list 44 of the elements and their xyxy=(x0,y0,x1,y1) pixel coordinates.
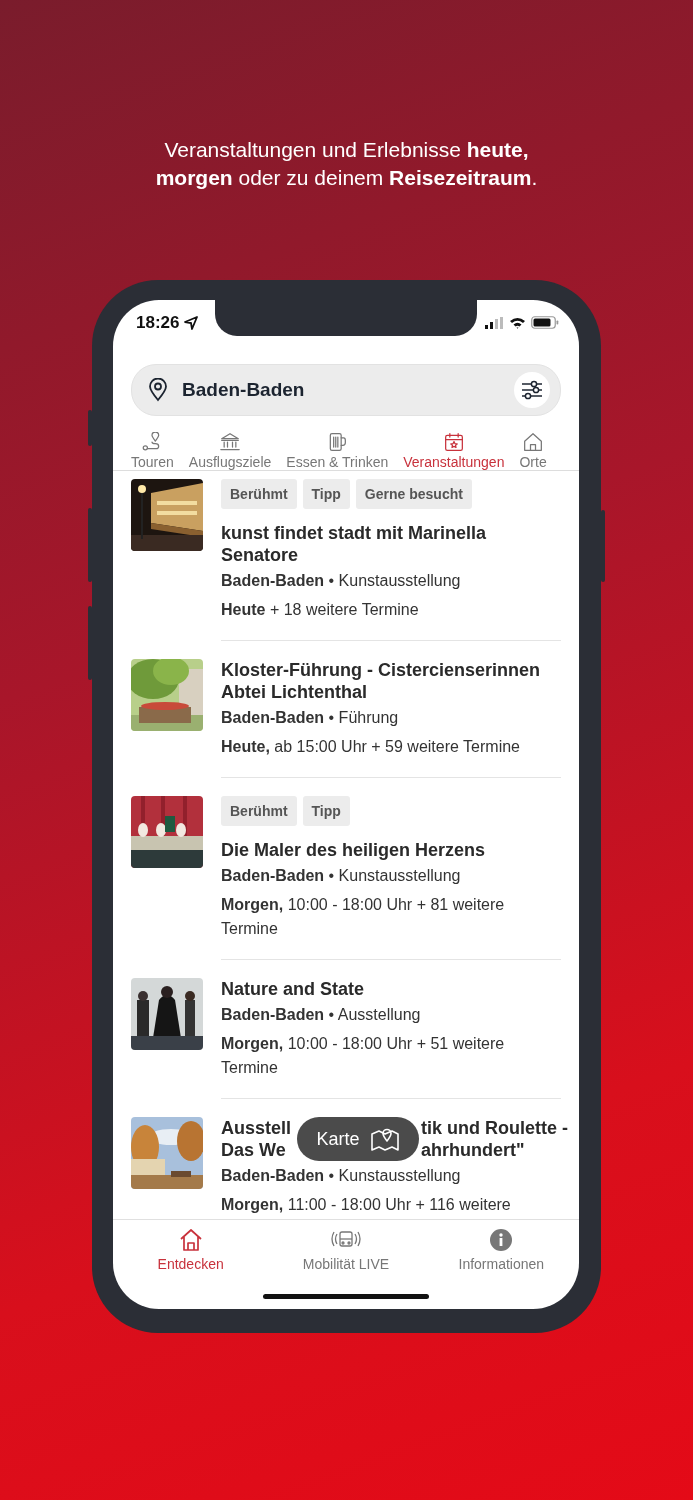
nav-tab[interactable]: Informationen xyxy=(431,1228,572,1309)
event-title-fragment: Ausstell xyxy=(221,1117,292,1139)
tag: Gerne besucht xyxy=(355,479,472,509)
headline: Veranstaltungen und Erlebnisse heute, morgen oder zu deinem Reisezeitraum. xyxy=(154,137,539,191)
event-meta: Baden-Baden • Kunstausstellung xyxy=(221,571,462,591)
location-arrow-icon xyxy=(184,315,199,330)
category-tab[interactable]: Touren xyxy=(131,432,174,470)
tag: Tipp xyxy=(302,479,350,509)
event-title[interactable]: Die Maler des heiligen Herzens xyxy=(221,839,561,861)
map-pin-icon xyxy=(369,1126,400,1152)
status-time: 18:26 xyxy=(136,312,180,333)
event-dates: Morgen, 10:00 - 18:00 Uhr + 81 weitere Termine xyxy=(221,895,506,939)
tag: Berühmt xyxy=(221,479,297,509)
filter-button[interactable] xyxy=(514,372,550,408)
event-meta: Baden-Baden • Kunstausstellung xyxy=(221,866,462,886)
map-button[interactable]: Karte xyxy=(297,1117,419,1161)
tag: Berühmt xyxy=(221,796,297,826)
nav-tab[interactable]: Mobilität LIVE xyxy=(276,1228,416,1309)
event-meta: Baden-Baden • Kunstausstellung xyxy=(221,1166,462,1186)
event-title-fragment: Das We xyxy=(221,1139,286,1161)
event-title[interactable]: Kloster-Führung - Cistercienserinnen Abtei Lichtenthal xyxy=(221,659,561,703)
event-dates: Morgen, 11:00 - 18:00 Uhr + 116 weitere xyxy=(221,1195,512,1215)
event-title-fragment: ahrhundert" xyxy=(421,1139,525,1161)
event-title[interactable]: Nature and State xyxy=(221,978,561,1000)
event-meta: Baden-Baden • Führung xyxy=(221,708,400,728)
search-field[interactable]: Baden-Baden xyxy=(131,364,561,416)
category-tab[interactable]: Essen & Trinken xyxy=(286,432,389,470)
event-dates: Morgen, 10:00 - 18:00 Uhr + 51 weitere Termine xyxy=(221,1034,506,1078)
event-meta: Baden-Baden • Ausstellung xyxy=(221,1005,422,1025)
battery-icon xyxy=(531,316,559,329)
nav-tab[interactable]: Entdecken xyxy=(120,1228,261,1309)
search-value: Baden-Baden xyxy=(182,379,306,401)
sliders-icon xyxy=(521,380,543,400)
signal-icon xyxy=(485,316,504,329)
event-dates: Heute, ab 15:00 Uhr + 59 weitere Termine xyxy=(221,737,521,757)
category-tab[interactable]: Ausflugsziele xyxy=(188,432,272,470)
wifi-icon xyxy=(509,316,526,329)
location-pin-icon xyxy=(148,378,168,402)
category-tab[interactable]: Orte xyxy=(519,432,547,470)
tag: Tipp xyxy=(302,796,350,826)
event-title[interactable]: kunst findet stadt mit Marinella Senatore xyxy=(221,522,561,566)
event-title-fragment: tik und Roulette - xyxy=(421,1117,568,1139)
event-dates: Heute + 18 weitere Termine xyxy=(221,600,420,620)
category-tab[interactable]: Veranstaltungen xyxy=(403,432,505,470)
